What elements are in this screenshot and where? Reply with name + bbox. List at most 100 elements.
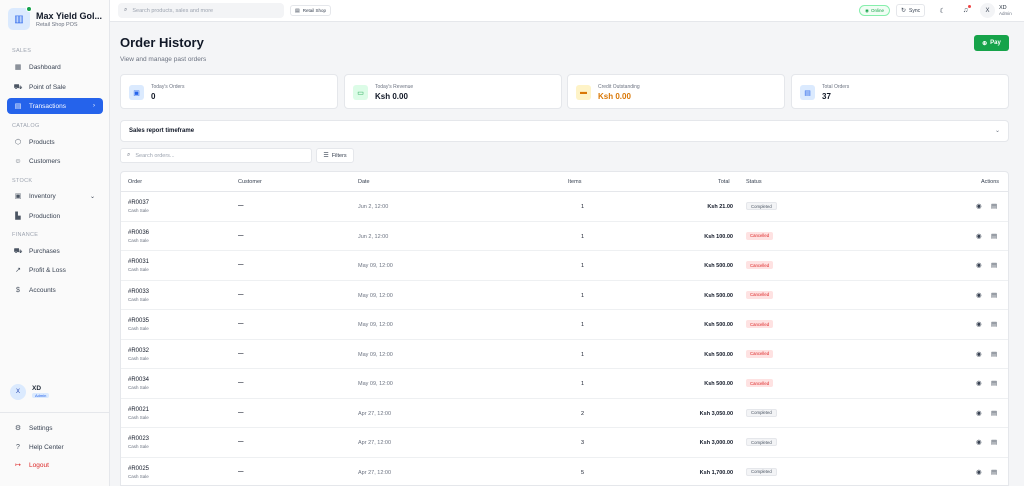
wifi-icon: ◉ <box>865 7 869 13</box>
eye-icon[interactable]: ◉ <box>976 438 982 446</box>
receipt-icon[interactable]: ▤ <box>991 468 997 476</box>
brand[interactable]: ▥ Max Yield Gol... Retail Shop POS <box>8 6 102 30</box>
order-id[interactable]: #R0032 <box>128 348 149 354</box>
status-badge: Cancelled <box>746 231 774 240</box>
table-row[interactable]: #R0035 Cash Sale — May 09, 12:00 1 Ksh 500.00… <box>121 310 1008 340</box>
eye-icon[interactable]: ◉ <box>976 202 982 210</box>
order-id[interactable]: #R0034 <box>128 377 149 383</box>
eye-icon[interactable]: ◉ <box>976 291 982 299</box>
sidebar-item-accounts[interactable]: $ Accounts <box>7 282 103 298</box>
sidebar-item-help[interactable]: ? Help Center <box>7 439 103 455</box>
order-id[interactable]: #R0036 <box>128 230 149 236</box>
order-id[interactable]: #R0021 <box>128 407 149 413</box>
sidebar-item-label: Customers <box>29 157 61 165</box>
sidebar-item-label: Production <box>29 212 61 220</box>
sidebar-item-inventory[interactable]: ▣ Inventory ⌄ <box>7 188 103 204</box>
sidebar-item-purchases[interactable]: ⛟ Purchases <box>7 243 103 259</box>
receipt-icon[interactable]: ▤ <box>991 350 997 358</box>
sidebar-item-customers[interactable]: ☺ Customers <box>7 153 103 169</box>
table-row[interactable]: #R0033 Cash Sale — May 09, 12:00 1 Ksh 500.00… <box>121 281 1008 310</box>
table-row[interactable]: #R0032 Cash Sale — May 09, 12:00 1 Ksh 500.00… <box>121 340 1008 369</box>
eye-icon[interactable]: ◉ <box>976 379 982 387</box>
eye-icon[interactable]: ◉ <box>976 350 982 358</box>
order-customer: — <box>238 321 244 327</box>
table-row[interactable]: #R0036 Cash Sale — Jun 2, 12:00 1 Ksh 100.00 C… <box>121 222 1008 251</box>
order-items: 1 <box>580 233 584 240</box>
sidebar-item-logout[interactable]: ↦ Logout <box>7 457 103 473</box>
sales-timeframe-accordion[interactable]: Sales report timeframe ⌄ <box>120 120 1009 142</box>
sidebar-item-dashboard[interactable]: ▦ Dashboard <box>7 59 103 75</box>
column-header-total[interactable]: Total <box>718 179 730 185</box>
column-header-items[interactable]: Items <box>568 179 581 185</box>
table-row[interactable]: #R0021 Cash Sale — Apr 27, 12:00 2 Ksh 3,050.… <box>121 399 1008 428</box>
sidebar-item-label: Products <box>29 138 55 146</box>
order-id[interactable]: #R0035 <box>128 318 149 324</box>
order-id[interactable]: #R0031 <box>128 259 149 265</box>
order-id[interactable]: #R0033 <box>128 289 149 295</box>
sidebar-item-profit-loss[interactable]: ↗ Profit & Loss <box>7 262 103 278</box>
receipt-icon[interactable]: ▤ <box>991 409 997 417</box>
table-row[interactable]: #R0025 Cash Sale — Apr 27, 12:00 5 Ksh 1,700.… <box>121 458 1008 486</box>
sidebar-item-label: Help Center <box>29 443 64 451</box>
sidebar-item-production[interactable]: ▙ Production <box>7 208 103 224</box>
eye-icon[interactable]: ◉ <box>976 232 982 240</box>
receipt-icon[interactable]: ▤ <box>991 291 997 299</box>
eye-icon[interactable]: ◉ <box>976 261 982 269</box>
sidebar-item-settings[interactable]: ⚙ Settings <box>7 420 103 436</box>
receipt-icon[interactable]: ▤ <box>991 232 997 240</box>
sidebar-item-pos[interactable]: ⛟ Point of Sale <box>7 79 103 95</box>
table-row[interactable]: #R0037 Cash Sale — Jun 2, 12:00 1 Ksh 21.00 Co… <box>121 192 1008 222</box>
status-badge: ◉ Online <box>859 5 890 16</box>
order-type: Cash Sale <box>128 208 149 213</box>
order-items: 3 <box>580 440 584 446</box>
stat-value: Ksh 0.00 <box>375 92 408 101</box>
order-date: May 09, 12:00 <box>358 263 393 269</box>
topbar-user[interactable]: X XD Admin <box>980 3 1012 18</box>
shop-selector[interactable]: ▤ Retail Shop <box>290 5 331 16</box>
eye-icon[interactable]: ◉ <box>976 468 982 476</box>
sync-button[interactable]: ↻ Sync <box>896 4 926 17</box>
table-row[interactable]: #R0031 Cash Sale — May 09, 12:00 1 Ksh 500.00… <box>121 251 1008 281</box>
orders-search-input[interactable]: ⌕ Search orders... <box>120 148 312 163</box>
status-label: Online <box>870 8 884 13</box>
table-row[interactable]: #R0034 Cash Sale — May 09, 12:00 1 Ksh 500.00… <box>121 369 1008 399</box>
order-id[interactable]: #R0025 <box>128 466 149 472</box>
receipt-icon[interactable]: ▤ <box>991 320 997 328</box>
receipt-icon[interactable]: ▤ <box>991 379 997 387</box>
search-placeholder: Search products, sales and more <box>132 7 214 14</box>
sidebar-user[interactable]: X XD Admin <box>10 384 50 400</box>
sidebar-item-label: Settings <box>29 424 53 432</box>
stat-label: Credit Outstanding <box>598 84 640 90</box>
order-id[interactable]: #R0037 <box>128 200 149 206</box>
column-header-status[interactable]: Status <box>746 179 762 185</box>
column-header-order[interactable]: Order <box>128 179 142 185</box>
eye-icon[interactable]: ◉ <box>976 320 982 328</box>
avatar: X <box>10 384 26 400</box>
theme-toggle-moon-icon[interactable]: ☾ <box>936 4 949 17</box>
filters-button[interactable]: ☰ Filters <box>316 148 354 163</box>
page-title: Order History <box>120 35 204 50</box>
table-row[interactable]: #R0023 Cash Sale — Apr 27, 12:00 3 Ksh 3,000.… <box>121 428 1008 458</box>
column-header-date[interactable]: Date <box>358 179 370 185</box>
pay-button[interactable]: ⊕ Pay <box>974 35 1009 51</box>
bell-icon[interactable]: ♫ <box>959 4 972 17</box>
receipt-icon[interactable]: ▤ <box>991 438 997 446</box>
receipt-icon[interactable]: ▤ <box>991 261 997 269</box>
grid-icon: ▦ <box>14 64 22 71</box>
receipt-icon[interactable]: ▤ <box>991 202 997 210</box>
order-total: Ksh 1,700.00 <box>699 469 733 476</box>
order-date: May 09, 12:00 <box>358 381 393 387</box>
eye-icon[interactable]: ◉ <box>976 409 982 417</box>
section-label-stock: STOCK <box>12 178 33 184</box>
sidebar: ▥ Max Yield Gol... Retail Shop POS SALES… <box>0 0 110 486</box>
order-id[interactable]: #R0023 <box>128 436 149 442</box>
sidebar-item-products[interactable]: ⬡ Products <box>7 134 103 150</box>
sidebar-item-transactions[interactable]: ▤ Transactions › <box>7 98 103 114</box>
plus-circle-icon: ⊕ <box>982 40 988 47</box>
chevron-right-icon: › <box>93 103 95 109</box>
column-header-customer[interactable]: Customer <box>238 179 262 185</box>
global-search-input[interactable]: ⌕ Search products, sales and more <box>118 3 284 18</box>
divider <box>0 412 110 413</box>
order-items: 1 <box>580 263 584 269</box>
stat-card-todays-revenue: ▭ Today's Revenue Ksh 0.00 <box>344 74 562 109</box>
